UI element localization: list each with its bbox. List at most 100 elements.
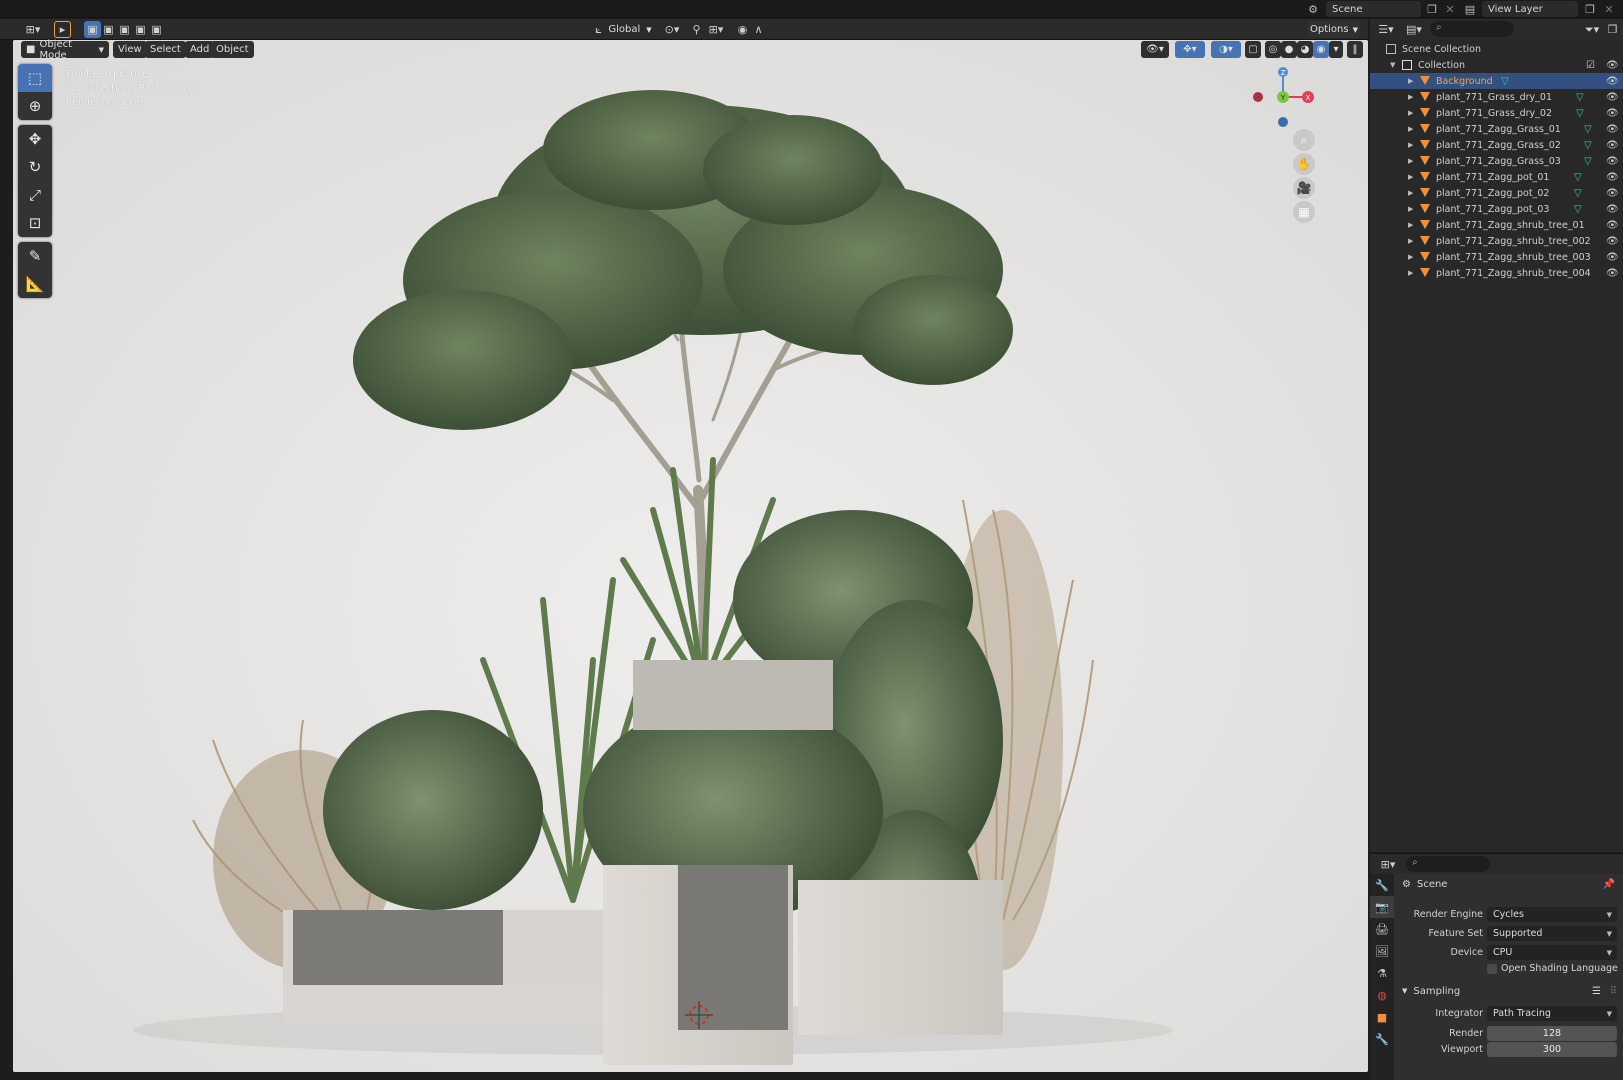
- select-intersect-icon[interactable]: ▣: [148, 21, 165, 38]
- outliner-item[interactable]: ▶ plant_771_Zagg_shrub_tree_002 👁: [1370, 233, 1623, 249]
- delete-scene-icon[interactable]: ✕: [1442, 1, 1458, 17]
- transform-icon[interactable]: ⊡: [18, 209, 52, 237]
- pause-render-button[interactable]: ‖: [1347, 41, 1363, 58]
- outliner-item[interactable]: ▶ plant_771_Zagg_Grass_03 ▽ 👁: [1370, 153, 1623, 169]
- eye-icon[interactable]: 👁: [1606, 108, 1619, 119]
- camera-view-icon[interactable]: 🎥: [1293, 177, 1315, 199]
- properties-search-input[interactable]: ⌕: [1406, 856, 1490, 872]
- select-invert-icon[interactable]: ▣: [132, 21, 149, 38]
- snap-target-icon[interactable]: ⊞▾: [704, 21, 728, 38]
- annotate-icon[interactable]: ✎: [18, 242, 52, 270]
- object-mode-dropdown[interactable]: ■ Object Mode ▼: [21, 39, 109, 61]
- neg-x-axis-icon[interactable]: [1253, 92, 1263, 102]
- world-tab-icon[interactable]: ◍: [1370, 984, 1394, 1006]
- eye-icon[interactable]: 👁: [1606, 140, 1619, 151]
- device-dropdown[interactable]: CPU ▼: [1487, 945, 1617, 960]
- eye-icon[interactable]: 👁: [1606, 188, 1619, 199]
- outliner-collection[interactable]: ▼ Collection ☑ 👁: [1370, 57, 1623, 73]
- scene-selector[interactable]: Scene: [1326, 1, 1421, 17]
- select-subtract-icon[interactable]: ▣: [116, 21, 133, 38]
- mesh-data-icon[interactable]: ▽: [1576, 92, 1584, 103]
- outliner-item[interactable]: ▶ plant_771_Grass_dry_01 ▽ 👁: [1370, 89, 1623, 105]
- shading-material[interactable]: ◕: [1297, 41, 1313, 58]
- rotate-icon[interactable]: ↻: [18, 153, 52, 181]
- editor-type-icon[interactable]: ⊞▾: [1376, 856, 1400, 873]
- expand-triangle-icon[interactable]: ▶: [1408, 205, 1413, 213]
- select-tool-icon[interactable]: ▸: [54, 21, 71, 38]
- new-collection-icon[interactable]: ❐: [1604, 21, 1621, 38]
- outliner-item[interactable]: ▶ plant_771_Grass_dry_02 ▽ 👁: [1370, 105, 1623, 121]
- neg-z-axis-icon[interactable]: [1278, 117, 1288, 127]
- render-tab-icon[interactable]: 📷: [1370, 896, 1394, 918]
- eye-icon[interactable]: 👁: [1606, 76, 1619, 87]
- filter-icon[interactable]: ⏷▾: [1580, 21, 1604, 38]
- eye-icon[interactable]: 👁: [1606, 252, 1619, 263]
- scale-icon[interactable]: ⤢: [18, 181, 52, 209]
- outliner-item[interactable]: ▶ plant_771_Zagg_pot_02 ▽ 👁: [1370, 185, 1623, 201]
- outliner-item[interactable]: ▶ plant_771_Zagg_pot_01 ▽ 👁: [1370, 169, 1623, 185]
- expand-triangle-icon[interactable]: ▶: [1408, 109, 1413, 117]
- tool-tab-icon[interactable]: 🔧: [1370, 874, 1394, 896]
- menu-view[interactable]: View: [113, 41, 147, 58]
- xray-toggle[interactable]: ▢: [1245, 41, 1261, 58]
- options-dropdown[interactable]: Options ▼: [1308, 21, 1360, 38]
- collapse-triangle-icon[interactable]: ▼: [1390, 61, 1395, 69]
- checkbox-icon[interactable]: ☑: [1586, 60, 1595, 71]
- mesh-data-icon[interactable]: ▽: [1501, 76, 1509, 87]
- object-tab-icon[interactable]: ■: [1370, 1006, 1394, 1028]
- view-layer-icon[interactable]: ▤: [1462, 1, 1478, 17]
- menu-select[interactable]: Select: [145, 41, 186, 58]
- expand-triangle-icon[interactable]: ▶: [1408, 253, 1413, 261]
- shading-wireframe[interactable]: ◎: [1265, 41, 1281, 58]
- falloff-icon[interactable]: ∧: [750, 21, 767, 38]
- render-engine-dropdown[interactable]: Cycles ▼: [1487, 907, 1617, 922]
- eye-icon[interactable]: 👁: [1606, 220, 1619, 231]
- select-new-icon[interactable]: ▣: [84, 21, 101, 38]
- menu-add[interactable]: Add: [185, 41, 215, 58]
- shading-options[interactable]: ▾: [1329, 41, 1343, 58]
- render-samples-field[interactable]: 128: [1487, 1026, 1617, 1041]
- eye-icon[interactable]: 👁: [1606, 124, 1619, 135]
- proportional-edit-icon[interactable]: ◉: [734, 21, 751, 38]
- mesh-data-icon[interactable]: ▽: [1574, 172, 1582, 183]
- shading-solid[interactable]: ●: [1281, 41, 1297, 58]
- measure-icon[interactable]: 📐: [18, 270, 52, 298]
- outliner-item[interactable]: ▶ Background ▽ 👁: [1370, 73, 1623, 89]
- expand-triangle-icon[interactable]: ▶: [1408, 141, 1413, 149]
- 3d-viewport[interactable]: Front Perspective (1) Collection | Backg…: [13, 40, 1368, 1072]
- expand-triangle-icon[interactable]: ▶: [1408, 221, 1413, 229]
- editor-type-icon[interactable]: ⊞▾: [20, 21, 46, 38]
- mesh-data-icon[interactable]: ▽: [1584, 156, 1592, 167]
- expand-triangle-icon[interactable]: ▶: [1408, 173, 1413, 181]
- outliner-item[interactable]: ▶ plant_771_Zagg_shrub_tree_01 👁: [1370, 217, 1623, 233]
- view-layer-tab-icon[interactable]: 🖼: [1370, 940, 1394, 962]
- eye-icon[interactable]: 👁: [1606, 236, 1619, 247]
- snap-icon[interactable]: ⚲: [688, 21, 705, 38]
- shading-rendered[interactable]: ◉: [1313, 41, 1329, 58]
- menu-object[interactable]: Object: [211, 41, 254, 58]
- outliner-scene-collection[interactable]: Scene Collection: [1370, 41, 1623, 57]
- eye-icon[interactable]: 👁: [1606, 268, 1619, 279]
- overlay-toggle[interactable]: ◑▾: [1211, 41, 1241, 58]
- expand-triangle-icon[interactable]: ▶: [1408, 77, 1413, 85]
- mesh-data-icon[interactable]: ▽: [1584, 124, 1592, 135]
- feature-set-dropdown[interactable]: Supported ▼: [1487, 926, 1617, 941]
- eye-icon[interactable]: 👁: [1606, 92, 1619, 103]
- expand-triangle-icon[interactable]: ▶: [1408, 269, 1413, 277]
- pan-hand-icon[interactable]: ✋: [1293, 153, 1315, 175]
- osl-checkbox[interactable]: Open Shading Language: [1487, 963, 1618, 974]
- expand-triangle-icon[interactable]: ▶: [1408, 125, 1413, 133]
- eye-icon[interactable]: 👁: [1606, 204, 1619, 215]
- delete-view-layer-icon[interactable]: ✕: [1601, 1, 1617, 17]
- expand-triangle-icon[interactable]: ▶: [1408, 237, 1413, 245]
- select-box-icon[interactable]: ⬚: [18, 64, 52, 92]
- visibility-dropdown[interactable]: 👁▾: [1141, 41, 1169, 58]
- mesh-data-icon[interactable]: ▽: [1576, 108, 1584, 119]
- outliner-item[interactable]: ▶ plant_771_Zagg_shrub_tree_004 👁: [1370, 265, 1623, 281]
- view-layer-selector[interactable]: View Layer: [1482, 1, 1578, 17]
- eye-icon[interactable]: 👁: [1606, 172, 1619, 183]
- drag-handle-icon[interactable]: ⠿: [1610, 986, 1617, 997]
- perspective-toggle-icon[interactable]: ▦: [1293, 201, 1315, 223]
- pin-icon[interactable]: 📌: [1603, 879, 1615, 890]
- mesh-data-icon[interactable]: ▽: [1574, 204, 1582, 215]
